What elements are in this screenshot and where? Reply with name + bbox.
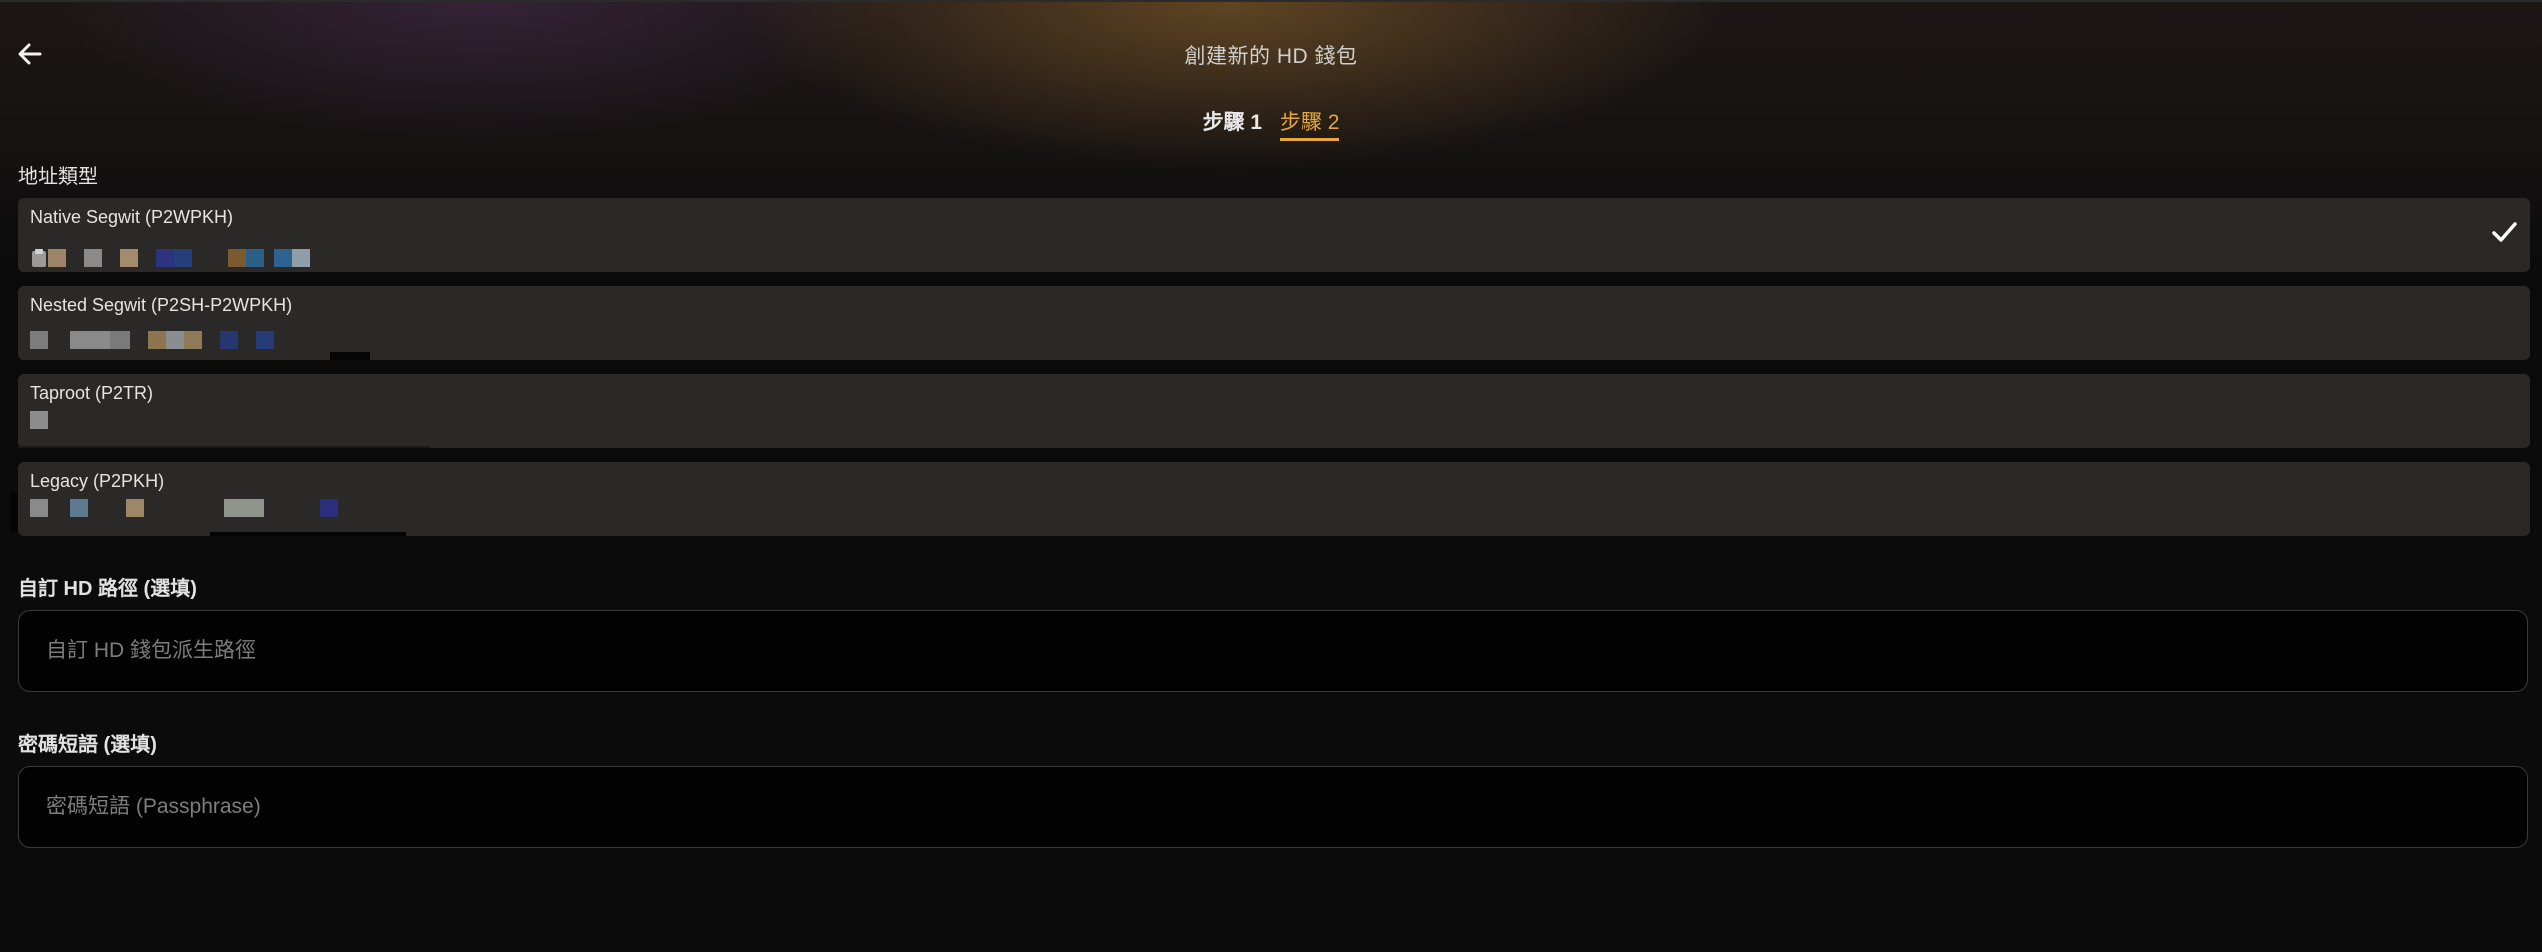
address-option-taproot[interactable]: Taproot (P2TR) <box>18 374 2530 448</box>
clipboard-icon <box>32 249 46 267</box>
passphrase-input[interactable] <box>19 767 2527 847</box>
address-option-name: Taproot (P2TR) <box>30 383 154 403</box>
step-2-tab[interactable]: 步驟 2 <box>1279 106 1340 141</box>
address-preview <box>30 248 310 268</box>
address-option-nested-segwit[interactable]: Nested Segwit (P2SH-P2WPKH) <box>18 286 2530 360</box>
passphrase-label: 密碼短語 (選填) <box>18 734 157 756</box>
address-preview <box>30 410 48 430</box>
create-hd-wallet-page: 創建新的 HD 錢包 步驟 1 步驟 2 地址類型 Native Segwit … <box>0 0 2542 952</box>
address-option-name: Native Segwit (P2WPKH) <box>30 207 234 227</box>
custom-hd-path-label: 自訂 HD 路徑 (選填) <box>18 578 197 600</box>
check-icon <box>2492 222 2517 242</box>
step-1-tab[interactable]: 步驟 1 <box>1203 106 1263 138</box>
page-title: 創建新的 HD 錢包 <box>1184 45 1358 68</box>
address-option-native-segwit[interactable]: Native Segwit (P2WPKH) <box>18 198 2530 272</box>
address-type-label: 地址類型 <box>18 166 98 188</box>
address-preview <box>30 498 338 518</box>
passphrase-field[interactable] <box>18 766 2528 848</box>
address-option-legacy[interactable]: Legacy (P2PKH) <box>10 462 2530 536</box>
custom-hd-path-field[interactable] <box>18 610 2528 692</box>
address-option-name: Legacy (P2PKH) <box>30 471 165 491</box>
step-indicator: 步驟 1 步驟 2 <box>0 106 2542 141</box>
address-option-name: Nested Segwit (P2SH-P2WPKH) <box>30 295 293 315</box>
address-preview <box>30 330 274 350</box>
custom-hd-path-input[interactable] <box>19 611 2527 691</box>
